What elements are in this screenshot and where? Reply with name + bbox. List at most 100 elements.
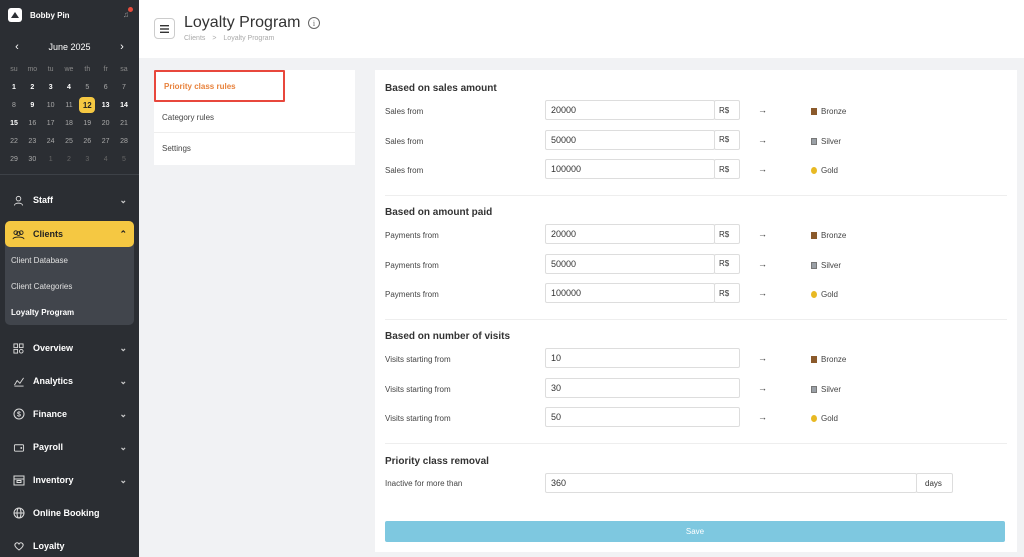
tier-gold: Gold	[811, 290, 838, 299]
sidebar-item-label: Online Booking	[33, 508, 100, 518]
calendar-day[interactable]: 6	[97, 78, 115, 96]
sidebar: Bobby Pin ♫ ‹ June 2025 › su mo tu we th fr sa…	[0, 0, 139, 557]
sidebar-subitem-client-database[interactable]: Client Database	[5, 247, 134, 273]
sidebar-item-clients[interactable]: Clients ⌃	[5, 221, 134, 247]
chevron-down-icon: ⌄	[119, 194, 127, 205]
calendar-prev-icon[interactable]: ‹	[12, 41, 22, 53]
gold-badge-icon	[811, 167, 817, 174]
tab-category-rules[interactable]: Category rules	[154, 102, 355, 133]
calendar-day[interactable]: 8	[5, 96, 23, 114]
removal-label: Inactive for more than	[385, 479, 463, 488]
inactive-days-input[interactable]: 360	[545, 473, 917, 493]
calendar-day[interactable]: 20	[97, 114, 115, 132]
notification-bell-icon[interactable]: ♫	[121, 7, 133, 20]
tier-label: Silver	[821, 384, 842, 394]
calendar-day[interactable]: 10	[42, 96, 60, 114]
section-divider	[385, 195, 1007, 196]
calendar-day[interactable]: 3	[42, 78, 60, 96]
sales-threshold-input[interactable]: 50000	[545, 129, 715, 150]
arrow-right-icon: →	[758, 353, 767, 363]
calendar-day[interactable]: 22	[5, 132, 23, 150]
chevron-down-icon: ⌄	[119, 342, 127, 353]
arrow-right-icon: →	[758, 229, 767, 239]
calendar-day[interactable]: 9	[23, 96, 41, 114]
sidebar-item-analytics[interactable]: Analytics ⌄	[0, 368, 139, 394]
calendar-day[interactable]: 29	[5, 150, 23, 168]
tier-label: Silver	[821, 136, 842, 146]
sidebar-item-loyalty[interactable]: Loyalty	[0, 533, 139, 557]
calendar-day[interactable]: 28	[115, 132, 133, 150]
sidebar-item-overview[interactable]: Overview ⌄	[0, 335, 139, 361]
sidebar-item-finance[interactable]: $ Finance ⌄	[0, 401, 139, 427]
calendar-day[interactable]: 26	[78, 132, 96, 150]
menu-toggle-button[interactable]	[154, 18, 175, 39]
calendar-day[interactable]: 16	[23, 114, 41, 132]
tier-bronze: Bronze	[811, 107, 846, 116]
settings-tabs: Priority class rules Category rules Sett…	[154, 70, 355, 165]
visits-threshold-input[interactable]: 10	[545, 348, 740, 368]
calendar-day[interactable]: 4	[60, 78, 78, 96]
gold-badge-icon	[811, 415, 817, 422]
calendar-day[interactable]: 13	[97, 96, 115, 114]
bronze-badge-icon	[811, 356, 817, 363]
calendar-day-today[interactable]: 12	[78, 96, 96, 114]
calendar-day-number: 12	[79, 97, 96, 113]
calendar-day[interactable]: 7	[115, 78, 133, 96]
calendar-day[interactable]: 17	[42, 114, 60, 132]
paid-threshold-input[interactable]: 20000	[545, 224, 715, 244]
app-logo-icon	[8, 8, 22, 22]
sidebar-item-label: Inventory	[33, 475, 74, 485]
visits-threshold-input[interactable]: 50	[545, 407, 740, 427]
sidebar-item-label: Analytics	[33, 376, 74, 386]
sidebar-item-online-booking[interactable]: Online Booking	[0, 500, 139, 526]
calendar-day[interactable]: 14	[115, 96, 133, 114]
calendar-day[interactable]: 2	[23, 78, 41, 96]
calendar-day[interactable]: 5	[115, 150, 133, 168]
sidebar-item-staff[interactable]: Staff ⌄	[0, 187, 139, 213]
calendar-next-icon[interactable]: ›	[117, 41, 127, 53]
calendar-day[interactable]: 15	[5, 114, 23, 132]
row-label: Visits starting from	[385, 414, 451, 423]
hamburger-icon	[160, 24, 169, 33]
calendar-day[interactable]: 23	[23, 132, 41, 150]
calendar-day[interactable]: 5	[78, 78, 96, 96]
paid-threshold-input[interactable]: 50000	[545, 253, 715, 274]
sidebar-subitem-client-categories[interactable]: Client Categories	[5, 273, 134, 299]
sales-threshold-input[interactable]: 20000	[545, 100, 715, 120]
calendar-day[interactable]: 2	[60, 150, 78, 168]
currency-suffix: R$	[714, 129, 740, 150]
calendar-day[interactable]: 19	[78, 114, 96, 132]
calendar-weekday: mo	[27, 65, 38, 73]
sales-threshold-input[interactable]: 100000	[545, 159, 715, 179]
sidebar-item-label: Staff	[33, 195, 53, 205]
calendar-day[interactable]: 11	[60, 96, 78, 114]
sidebar-item-inventory[interactable]: Inventory ⌄	[0, 467, 139, 493]
calendar-day[interactable]: 18	[60, 114, 78, 132]
paid-threshold-input[interactable]: 100000	[545, 283, 715, 303]
sidebar-item-payroll[interactable]: Payroll ⌄	[0, 434, 139, 460]
visits-threshold-input[interactable]: 30	[545, 377, 740, 398]
tier-label: Gold	[821, 290, 838, 299]
calendar-day[interactable]: 1	[42, 150, 60, 168]
arrow-right-icon: →	[758, 164, 767, 174]
calendar-day[interactable]: 1	[5, 78, 23, 96]
tab-settings[interactable]: Settings	[154, 133, 355, 164]
sidebar-subitem-loyalty-program[interactable]: Loyalty Program	[5, 299, 134, 325]
save-button[interactable]: Save	[385, 521, 1005, 542]
sidebar-item-label: Finance	[33, 409, 68, 419]
arrow-right-icon: →	[758, 412, 767, 422]
calendar-day[interactable]: 3	[78, 150, 96, 168]
row-label: Payments from	[385, 231, 439, 240]
calendar-day[interactable]: 25	[60, 132, 78, 150]
tab-priority-class-rules[interactable]: Priority class rules	[154, 70, 285, 102]
breadcrumb-item-clients[interactable]: Clients	[184, 35, 205, 42]
page-title: Loyalty Program	[184, 14, 301, 31]
calendar-day[interactable]: 30	[23, 150, 41, 168]
row-label: Sales from	[385, 107, 424, 116]
calendar-day[interactable]: 4	[97, 150, 115, 168]
calendar-day[interactable]: 27	[97, 132, 115, 150]
calendar-day[interactable]: 24	[42, 132, 60, 150]
arrow-right-icon: →	[758, 134, 767, 145]
calendar-day[interactable]: 21	[115, 114, 133, 132]
info-icon[interactable]: i	[308, 17, 320, 29]
